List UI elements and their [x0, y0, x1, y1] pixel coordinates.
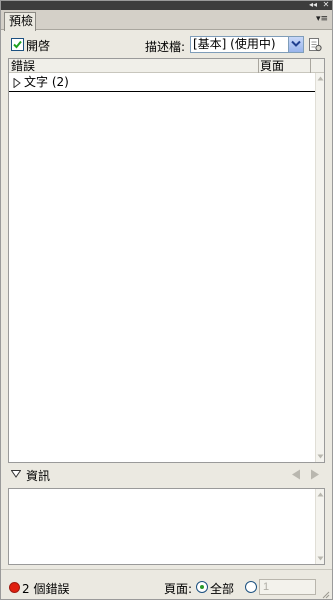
preflight-panel: ◂◂ ✕ 預檢 ▾≡ 開啓 描述檔: [基本] (使用中) 錯誤 頁面 文字 (… — [0, 0, 333, 600]
error-list-header: 錯誤 頁面 — [9, 59, 324, 73]
expand-triangle-icon[interactable] — [13, 78, 21, 88]
info-section-header: 資訊 — [1, 465, 332, 485]
info-box-scrollbar[interactable] — [315, 489, 324, 564]
all-pages-label: 全部 — [210, 582, 235, 596]
status-bar: 2 個錯誤 頁面: 全部 — [1, 569, 332, 600]
profile-value: [基本] (使用中) — [193, 37, 276, 51]
error-list-scrollbar[interactable] — [315, 73, 324, 462]
column-divider — [310, 59, 311, 73]
all-pages-radio[interactable] — [196, 581, 208, 593]
previous-arrow-icon[interactable] — [291, 469, 301, 480]
error-row-text[interactable]: 文字 (2) — [9, 74, 316, 92]
define-profiles-icon[interactable] — [308, 37, 322, 52]
pages-label: 頁面: — [164, 582, 193, 596]
tab-preflight[interactable]: 預檢 — [4, 12, 36, 31]
error-row-label: 文字 (2) — [24, 75, 69, 89]
checkmark-icon — [13, 40, 22, 49]
close-panel-icon[interactable]: ✕ — [320, 0, 332, 10]
profile-label: 描述檔: — [145, 40, 186, 54]
panel-title-bar: ◂◂ ✕ — [1, 0, 332, 10]
page-range-input[interactable] — [259, 579, 316, 595]
scroll-down-icon[interactable] — [317, 555, 324, 562]
next-arrow-icon[interactable] — [310, 469, 320, 480]
error-status-icon — [9, 582, 20, 593]
options-row: 開啓 描述檔: [基本] (使用中) — [1, 31, 332, 59]
radio-selected-dot — [200, 585, 204, 589]
chevron-down-icon[interactable] — [288, 37, 303, 52]
error-count: 2 個錯誤 — [22, 582, 70, 596]
column-divider[interactable] — [258, 59, 259, 73]
profile-select[interactable]: [基本] (使用中) — [190, 36, 304, 53]
scroll-down-icon[interactable] — [317, 453, 324, 460]
panel-tab-row: 預檢 ▾≡ — [1, 10, 332, 31]
scroll-up-icon[interactable] — [317, 491, 324, 498]
info-label: 資訊 — [26, 469, 51, 483]
collapse-triangle-icon[interactable] — [11, 470, 21, 478]
info-box — [8, 488, 325, 565]
resize-grip-icon[interactable] — [321, 590, 330, 599]
panel-menu-icon[interactable]: ▾≡ — [315, 13, 329, 25]
on-label: 開啓 — [26, 39, 51, 53]
column-header-error[interactable]: 錯誤 — [11, 59, 35, 73]
on-checkbox[interactable] — [11, 38, 24, 51]
error-list: 錯誤 頁面 文字 (2) — [8, 58, 325, 463]
column-header-page[interactable]: 頁面 — [260, 59, 284, 73]
collapse-panel-icon[interactable]: ◂◂ — [307, 0, 319, 10]
page-range-radio[interactable] — [245, 581, 257, 593]
scroll-up-icon[interactable] — [317, 75, 324, 82]
